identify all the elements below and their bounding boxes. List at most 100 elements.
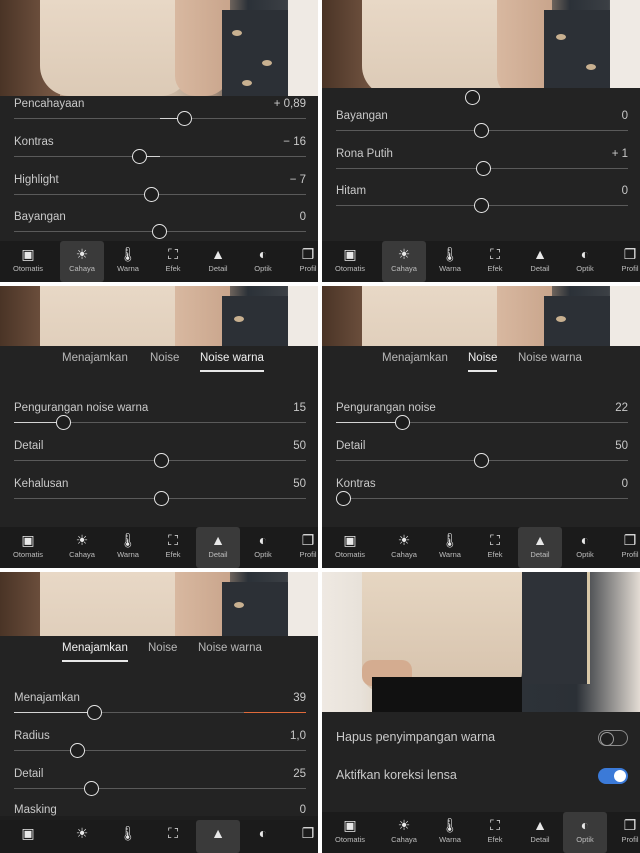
slider-color-noise-reduction[interactable]: Pengurangan noise warna 15 xyxy=(14,402,306,440)
slider-thumb[interactable] xyxy=(154,491,169,506)
slider-value: − 7 xyxy=(289,174,306,186)
tool-light[interactable]: ☀ Cahaya xyxy=(60,241,104,282)
tool-effects[interactable]: ⛶ Efek xyxy=(473,241,517,282)
tool-auto[interactable]: ▣ Otomatis xyxy=(328,527,372,568)
tool-color[interactable]: 🌡 Warna xyxy=(428,527,472,568)
slider-thumb[interactable] xyxy=(144,187,159,202)
slider-thumb[interactable] xyxy=(474,453,489,468)
tool-detail[interactable]: ▲ Detail xyxy=(196,527,240,568)
triangle-icon: ▲ xyxy=(211,532,225,548)
slider-exposure[interactable]: Pencahayaan + 0,89 xyxy=(14,98,306,136)
tool-optics[interactable]: ◐ Optik xyxy=(563,527,607,568)
slider-label: Masking xyxy=(14,804,57,816)
slider-noise-reduction[interactable]: Pengurangan noise 22 xyxy=(336,402,628,440)
tab-color-noise[interactable]: Noise warna xyxy=(198,642,262,660)
slider-thumb[interactable] xyxy=(70,743,85,758)
toggle-enable-lens-correction[interactable] xyxy=(598,768,628,784)
tool-optics[interactable]: ◐ Optik xyxy=(563,812,607,853)
tool-detail[interactable]: ▲ Detail xyxy=(196,241,240,282)
slider-smoothness[interactable]: Kehalusan 50 xyxy=(14,478,306,516)
tool-effects[interactable]: ⛶ Efek xyxy=(151,527,195,568)
auto-icon: ▣ xyxy=(343,817,357,833)
slider-thumb[interactable] xyxy=(336,491,351,506)
slider-shadows[interactable]: Bayangan 0 xyxy=(336,110,628,148)
slider-thumb[interactable] xyxy=(132,149,147,164)
slider-thumb[interactable] xyxy=(56,415,71,430)
tool-auto[interactable]: ▣ Otomatis xyxy=(328,812,372,853)
tool-optics[interactable]: ◐ Optik xyxy=(563,241,607,282)
tool-detail[interactable]: ▲ Detail xyxy=(518,812,562,853)
tool-effects[interactable]: ⛶ Efek xyxy=(473,527,517,568)
tool-light[interactable]: ☀ Cahaya xyxy=(382,241,426,282)
tool-light[interactable]: ☀ Cahaya xyxy=(382,812,426,853)
tool-optics[interactable]: ◐ Optik xyxy=(241,527,285,568)
slider-thumb[interactable] xyxy=(154,453,169,468)
slider-value: 0 xyxy=(299,804,306,816)
slider-detail[interactable]: Detail 50 xyxy=(336,440,628,478)
slider-contrast[interactable]: Kontras − 16 xyxy=(14,136,306,174)
tool-auto[interactable]: ▣ xyxy=(6,820,50,853)
profile-icon: ❐ xyxy=(623,246,637,262)
slider-thumb[interactable] xyxy=(87,705,102,720)
tool-detail[interactable]: ▲ Detail xyxy=(518,241,562,282)
slider-sharpening[interactable]: Menajamkan 39 xyxy=(14,692,306,730)
lens-icon: ◐ xyxy=(580,532,590,548)
tool-color[interactable]: 🌡 Warna xyxy=(428,241,472,282)
tool-effects[interactable]: ⛶ xyxy=(151,820,195,853)
tab-noise[interactable]: Noise xyxy=(148,642,177,660)
slider-thumb[interactable] xyxy=(152,224,167,239)
tab-noise[interactable]: Noise xyxy=(468,352,498,372)
photo-preview xyxy=(322,286,640,346)
slider-thumb[interactable] xyxy=(84,781,99,796)
lens-icon: ◐ xyxy=(580,246,590,262)
tool-detail[interactable]: ▲ xyxy=(196,820,240,853)
slider-detail[interactable]: Detail 25 xyxy=(14,768,306,806)
slider-radius[interactable]: Radius 1,0 xyxy=(14,730,306,768)
tool-effects[interactable]: ⛶ Efek xyxy=(151,241,195,282)
tool-auto[interactable]: ▣ Otomatis xyxy=(6,527,50,568)
tab-color-noise[interactable]: Noise warna xyxy=(518,352,582,370)
toggle-remove-chromatic-aberration[interactable] xyxy=(598,730,628,746)
slider-contrast[interactable]: Kontras 0 xyxy=(336,478,628,516)
tab-sharpening[interactable]: Menajamkan xyxy=(62,642,128,662)
tool-light[interactable]: ☀ Cahaya xyxy=(60,527,104,568)
tab-color-noise[interactable]: Noise warna xyxy=(200,352,264,372)
slider-label: Pengurangan noise warna xyxy=(14,402,149,414)
slider-whites[interactable]: Rona Putih + 1 xyxy=(336,148,628,186)
slider-blacks[interactable]: Hitam 0 xyxy=(336,185,628,223)
tool-optics[interactable]: ◐ Optik xyxy=(241,241,285,282)
tab-noise[interactable]: Noise xyxy=(150,352,179,370)
tool-color[interactable]: 🌡 Warna xyxy=(106,527,150,568)
tool-auto[interactable]: ▣ Otomatis xyxy=(328,241,372,282)
tool-profile[interactable]: ❐ xyxy=(286,820,318,853)
effects-icon: ⛶ xyxy=(490,817,500,833)
tool-profile[interactable]: ❐ Profil xyxy=(608,527,640,568)
tool-light[interactable]: ☀ Cahaya xyxy=(382,527,426,568)
slider-thumb[interactable] xyxy=(476,161,491,176)
slider-thumb[interactable] xyxy=(474,123,489,138)
slider-thumb[interactable] xyxy=(474,198,489,213)
panel-optics: Hapus penyimpangan warna Aktifkan koreks… xyxy=(322,572,640,853)
tab-sharpening[interactable]: Menajamkan xyxy=(382,352,448,370)
toggle-row-remove-chromatic-aberration: Hapus penyimpangan warna xyxy=(336,730,628,768)
tool-light[interactable]: ☀ xyxy=(60,820,104,853)
tool-color[interactable]: 🌡 Warna xyxy=(428,812,472,853)
slider-detail[interactable]: Detail 50 xyxy=(14,440,306,478)
slider-value: 50 xyxy=(293,440,306,452)
tool-effects[interactable]: ⛶ Efek xyxy=(473,812,517,853)
tool-profile[interactable]: ❐ Profil xyxy=(608,241,640,282)
slider-label: Kontras xyxy=(14,136,54,148)
tab-sharpening[interactable]: Menajamkan xyxy=(62,352,128,370)
tool-color[interactable]: 🌡 xyxy=(106,820,150,853)
tool-color[interactable]: 🌡 Warna xyxy=(106,241,150,282)
slider-highlight[interactable]: Highlight − 7 xyxy=(14,174,306,212)
tool-profile[interactable]: ❐ Profil xyxy=(286,241,318,282)
tool-profile[interactable]: ❐ Profil xyxy=(286,527,318,568)
slider-thumb[interactable] xyxy=(177,111,192,126)
tool-auto[interactable]: ▣ Otomatis xyxy=(6,241,50,282)
tool-profile[interactable]: ❐ Profil xyxy=(608,812,640,853)
lens-icon: ◐ xyxy=(258,825,268,841)
slider-thumb[interactable] xyxy=(395,415,410,430)
tool-detail[interactable]: ▲ Detail xyxy=(518,527,562,568)
tool-optics[interactable]: ◐ xyxy=(241,820,285,853)
